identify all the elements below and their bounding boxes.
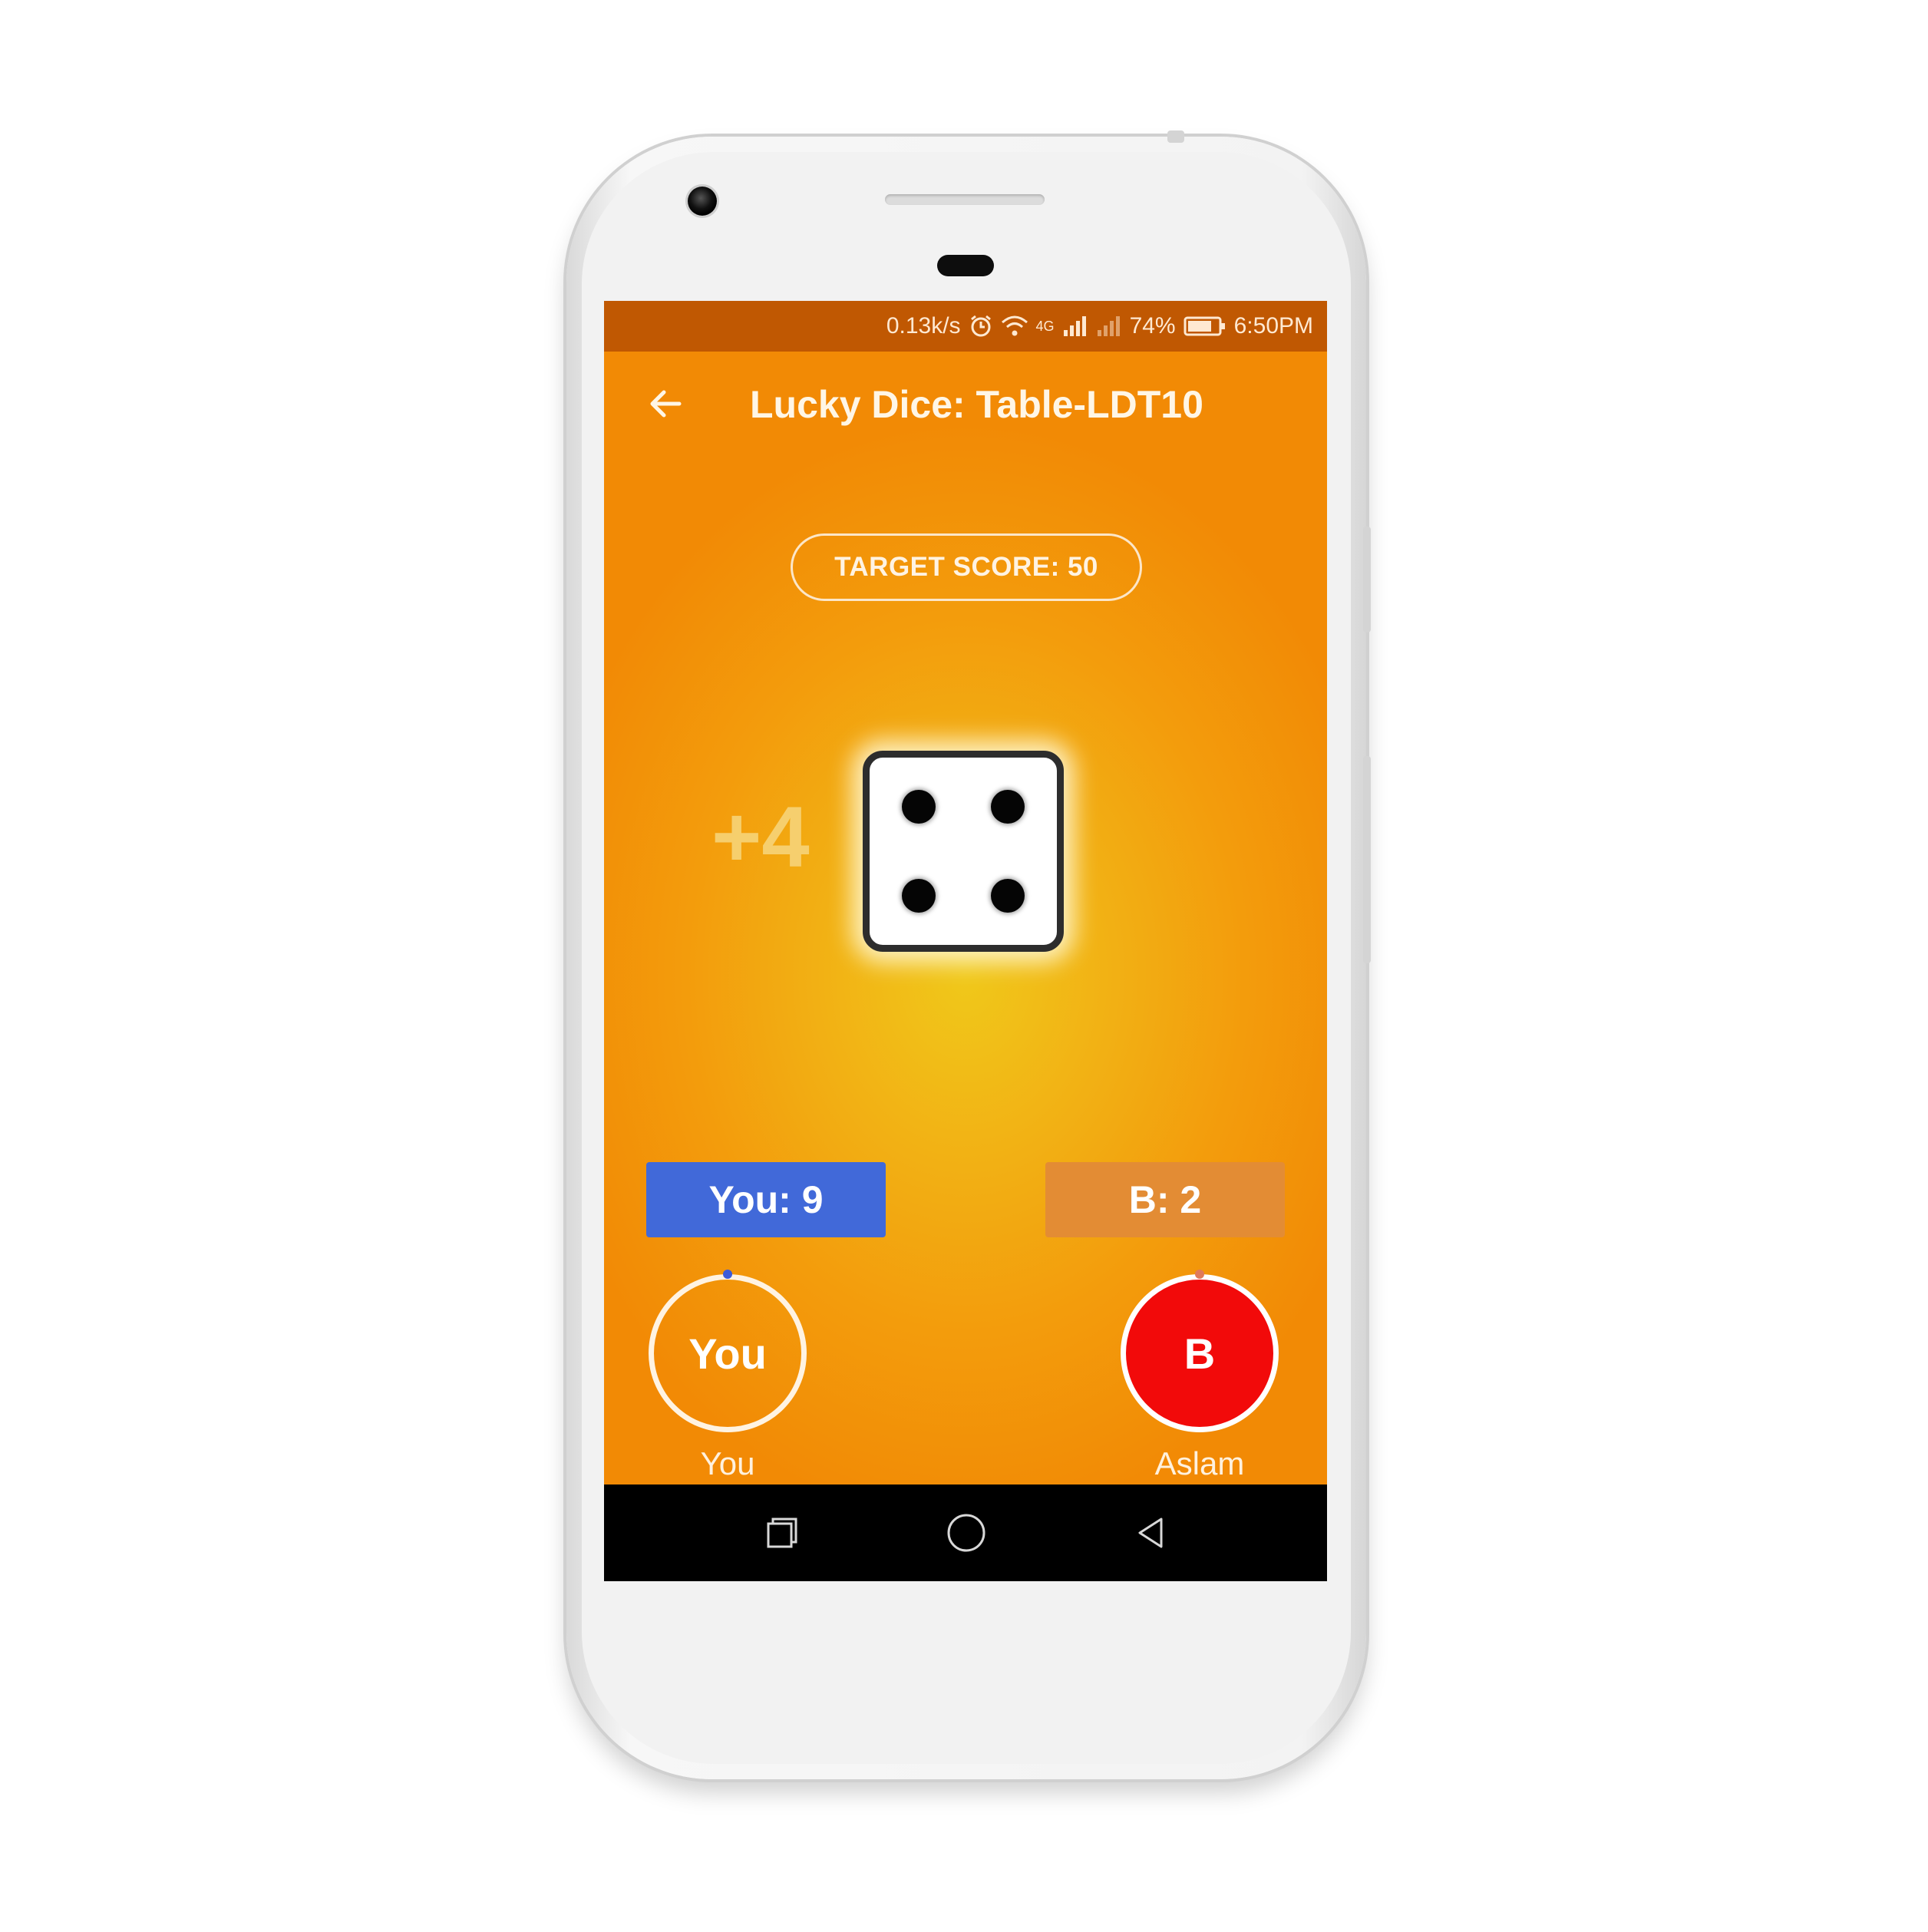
app-toolbar: Lucky Dice: Table-LDT10 (604, 352, 1327, 459)
avatar-opponent[interactable]: B (1121, 1274, 1279, 1432)
system-back-button[interactable] (1125, 1508, 1176, 1558)
player-name-opponent: Aslam (1154, 1445, 1245, 1481)
android-nav-bar (604, 1485, 1327, 1581)
dice-button[interactable] (863, 751, 1064, 952)
power-button (1363, 527, 1371, 632)
home-icon (947, 1514, 985, 1552)
avatar-you[interactable]: You (649, 1274, 807, 1432)
player-name-you: You (700, 1445, 755, 1481)
arrow-left-icon (650, 390, 682, 418)
proximity-sensor (937, 255, 994, 276)
network-speed: 0.13k/s (886, 313, 961, 339)
die-pip (991, 790, 1025, 824)
back-triangle-icon (1138, 1518, 1163, 1548)
roll-delta-label: +4 (711, 789, 810, 885)
player-score-you: You: 9 (646, 1162, 886, 1237)
signal-icon (1062, 315, 1088, 338)
network-type: 4G (1035, 318, 1055, 334)
game-screen: Lucky Dice: Table-LDT10 TARGET SCORE: 50… (604, 352, 1327, 1485)
wifi-icon (1001, 315, 1028, 338)
alarm-icon (969, 314, 993, 339)
die-pip (991, 879, 1025, 913)
recents-icon (767, 1518, 797, 1548)
recents-button[interactable] (757, 1508, 807, 1558)
die-pip (902, 879, 936, 913)
phone-screen: 0.13k/s 4G 74% 6:50PM Lucky Dice: Table-… (604, 301, 1327, 1581)
status-bar: 0.13k/s 4G 74% 6:50PM (604, 301, 1327, 352)
earpiece-speaker (885, 194, 1045, 205)
page-title: Lucky Dice: Table-LDT10 (750, 383, 1203, 426)
clock: 6:50PM (1233, 313, 1313, 339)
volume-button (1363, 756, 1371, 963)
device-mockup: 0.13k/s 4G 74% 6:50PM Lucky Dice: Table-… (0, 0, 1928, 1932)
turn-indicator-you (723, 1270, 732, 1279)
player-score-opponent: B: 2 (1045, 1162, 1285, 1237)
front-camera (688, 187, 717, 216)
battery-icon (1184, 315, 1226, 337)
target-score-badge: TARGET SCORE: 50 (791, 533, 1142, 601)
back-button[interactable] (642, 381, 688, 427)
top-button (1167, 130, 1184, 143)
signal-weak-icon (1096, 315, 1122, 338)
die-pip (902, 790, 936, 824)
battery-percent: 74% (1129, 313, 1176, 339)
home-button[interactable] (941, 1508, 992, 1558)
turn-indicator-opponent (1195, 1270, 1204, 1279)
